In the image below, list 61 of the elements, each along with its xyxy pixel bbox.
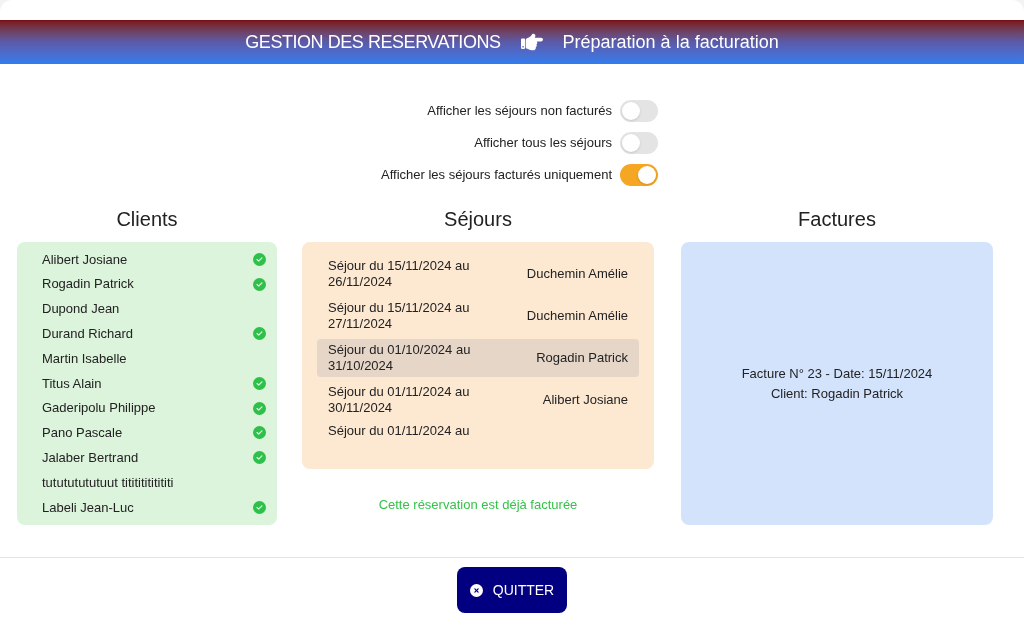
client-row[interactable]: Gaderipolu Philippe [17,395,277,421]
client-name[interactable]: Dupond Jean [42,299,120,319]
column-title: Factures [798,207,876,230]
stay-client: Rogadin Patrick [536,349,628,368]
client-name[interactable]: Titus Alain [42,373,102,394]
client-name[interactable]: Pano Pascale [42,423,123,443]
toggle-label: Afficher les séjours facturés uniquement [381,166,612,185]
client-row[interactable]: tutututututuut titititititititi [17,470,277,495]
client-row[interactable]: Titus Alain [17,371,277,396]
invoice-text: Client: Rogadin Patrick [770,384,904,403]
stay-row[interactable]: Séjour du 15/11/2024 au 26/11/2024 Duchemin Amélie [317,255,639,293]
close-icon [469,583,483,597]
client-row[interactable]: Jalaber Bertrand [17,445,277,471]
stay-client: Duchemin Amélie [526,307,628,326]
stay-client: Duchemin Amélie [526,265,628,284]
client-row[interactable]: Durand Richard [17,321,277,347]
client-name[interactable]: Gaderipolu Philippe [42,398,156,418]
stay-period: Séjour du 15/11/2024 au 27/11/2024 [328,300,471,332]
client-name[interactable]: Durand Richard [42,324,134,344]
pointing-hand-icon [520,31,543,53]
client-row[interactable]: Alibert Josiane [17,247,277,272]
client-name[interactable]: tutututututuut titititititititi [42,472,174,493]
status-message: Cette réservation est déjà facturée [378,496,578,514]
client-name[interactable]: Martin Isabelle [42,348,127,369]
client-row[interactable]: Labeli Jean-Luc [17,494,277,520]
toggle-label: Afficher les séjours non facturés [427,102,612,121]
stay-period: Séjour du 01/11/2024 au [328,423,471,439]
client-row[interactable]: Pano Pascale [17,420,277,446]
invoice-text: Facture N° 23 - Date: 15/11/2024 [741,365,933,383]
check-icon [253,451,266,465]
stay-row[interactable]: Séjour du 01/11/2024 au 30/11/2024 Alibert Josiane [317,381,639,419]
check-icon [253,500,266,514]
stay-row[interactable]: Séjour du 15/11/2024 au 27/11/2024 Duchemin Amélie [317,297,639,335]
client-row[interactable]: Martin Isabelle [17,346,277,371]
toggle-switch[interactable] [620,100,658,122]
quit-button[interactable]: QUITTER [457,567,567,613]
stay-row[interactable]: Séjour du 01/11/2024 au [317,423,639,461]
stay-client: Alibert Josiane [542,391,628,410]
stay-row[interactable]: Séjour du 01/10/2024 au 31/10/2024 Rogadin Patrick [317,339,639,377]
check-icon [253,376,266,390]
stay-period: Séjour du 01/10/2024 au 31/10/2024 [328,342,472,374]
stay-period: Séjour du 15/11/2024 au 26/11/2024 [328,258,471,290]
client-row[interactable]: Dupond Jean [17,296,277,322]
client-name[interactable]: Jalaber Bertrand [42,448,139,468]
check-icon [253,327,266,341]
check-icon [253,252,266,266]
client-name[interactable]: Labeli Jean-Luc [42,497,134,518]
check-icon [253,426,266,440]
column-title: Clients [116,207,178,230]
client-row[interactable]: Rogadin Patrick [17,271,277,297]
column-title: Séjours [444,207,512,230]
app-title: GESTION DES RESERVATIONS [245,30,501,54]
client-name[interactable]: Alibert Josiane [42,249,128,270]
toggle-switch[interactable] [620,132,658,154]
client-name[interactable]: Rogadin Patrick [42,274,134,294]
toggle-label: Afficher tous les séjours [474,134,612,153]
toggle-switch[interactable] [620,164,658,186]
check-icon [253,277,266,291]
page-title: Préparation à la facturation [562,30,779,54]
stay-period: Séjour du 01/11/2024 au 30/11/2024 [328,384,471,416]
check-icon [253,401,266,415]
